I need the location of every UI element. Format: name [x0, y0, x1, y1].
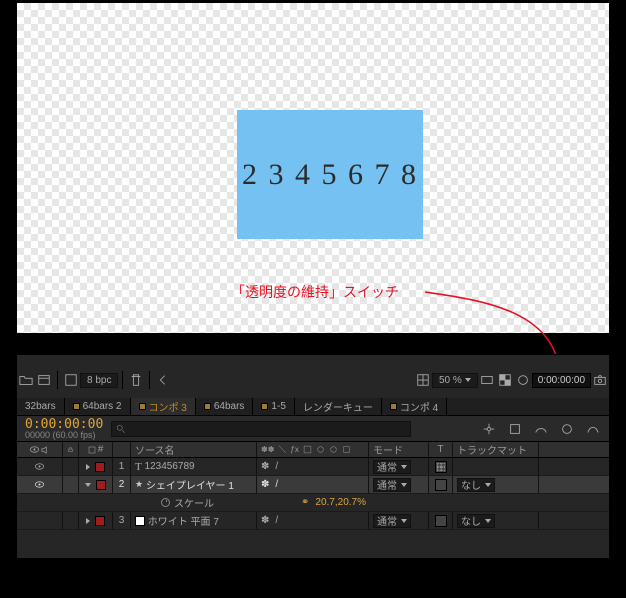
col-mode[interactable]: モード	[369, 442, 429, 457]
blend-mode-dropdown[interactable]: 通常	[373, 514, 411, 528]
comp-swatch-icon	[390, 403, 397, 410]
layer-search-input[interactable]	[111, 421, 411, 437]
zoom-dropdown[interactable]: 50 %	[432, 373, 478, 388]
new-comp-icon[interactable]	[35, 372, 53, 388]
scale-value[interactable]: 20.7,20.7%	[315, 497, 366, 508]
shape-layer-rect: 2 3 4 5 6 7 8	[237, 110, 423, 239]
shy-switch[interactable]: ✽	[261, 461, 269, 472]
graph-editor-icon[interactable]	[583, 421, 603, 437]
comp-swatch-icon	[204, 403, 211, 410]
motion-blur-icon[interactable]	[557, 421, 577, 437]
layer-index: 1	[113, 458, 131, 475]
transparency-toggle-icon[interactable]	[496, 372, 514, 388]
tab-render-queue[interactable]: レンダーキュー	[295, 398, 382, 415]
layer-name[interactable]: 123456789	[145, 461, 195, 472]
solid-layer-icon	[135, 516, 145, 526]
blend-mode-dropdown[interactable]: 通常	[373, 478, 411, 492]
label-color[interactable]	[96, 480, 106, 490]
preserve-transparency-switch[interactable]	[435, 479, 447, 491]
blend-mode-dropdown[interactable]: 通常	[373, 460, 411, 474]
tab-1-5[interactable]: 1-5	[253, 398, 294, 415]
shape-layer-icon: ★	[135, 479, 143, 490]
property-name: スケール	[174, 495, 214, 510]
search-icon	[116, 424, 126, 434]
col-source-name[interactable]: ソース名	[131, 442, 257, 457]
text-layer-icon: T	[135, 461, 142, 473]
tab-32bars[interactable]: 32bars	[17, 398, 65, 415]
draft3d-icon[interactable]	[505, 421, 525, 437]
snapshot-icon[interactable]	[591, 372, 609, 388]
composition-preview: 2 3 4 5 6 7 8 「透明度の維持」スイッチ	[17, 3, 609, 333]
tab-64bars[interactable]: 64bars	[196, 398, 254, 415]
shy-icon[interactable]	[531, 421, 551, 437]
col-track-matte[interactable]: トラックマット	[453, 442, 539, 457]
layer-index: 3	[113, 512, 131, 529]
preserve-transparency-switch[interactable]	[435, 515, 447, 527]
track-matte-dropdown[interactable]: なし	[457, 478, 495, 492]
timeline-panel: 32bars 64bars 2 コンポ 3 64bars 1-5 レンダーキュー…	[17, 398, 609, 558]
bit-depth-icon[interactable]	[62, 372, 80, 388]
twirl-icon[interactable]	[86, 464, 90, 470]
visibility-toggle[interactable]	[34, 479, 45, 490]
frame-rate-label: 00000 (60.00 fps)	[17, 431, 111, 440]
shy-switch[interactable]: ✽	[261, 515, 269, 526]
chevron-down-icon	[465, 378, 471, 382]
property-row-scale[interactable]: スケール ⚭ 20.7,20.7%	[17, 494, 609, 512]
layer-name[interactable]: ホワイト 平面 7	[148, 513, 219, 528]
comp-swatch-icon	[73, 403, 80, 410]
trash-icon[interactable]	[127, 372, 145, 388]
comp-swatch-icon	[261, 403, 268, 410]
annotation-label: 「透明度の維持」スイッチ	[231, 282, 399, 302]
tab-compo3[interactable]: コンポ 3	[131, 398, 196, 415]
constrain-proportions-icon[interactable]: ⚭	[301, 497, 309, 508]
current-time[interactable]: 0:00:00:00	[17, 418, 111, 431]
mask-icon[interactable]	[514, 372, 532, 388]
twirl-icon[interactable]	[86, 518, 90, 524]
comp-swatch-icon	[139, 403, 146, 410]
tab-compo4[interactable]: コンポ 4	[382, 398, 447, 415]
stopwatch-icon[interactable]	[161, 498, 170, 507]
folder-icon[interactable]	[17, 372, 35, 388]
comp-mini-flowchart-icon[interactable]	[479, 421, 499, 437]
lock-header-icon	[67, 445, 74, 454]
layer-index: 2	[113, 476, 131, 493]
track-matte-dropdown[interactable]: なし	[457, 514, 495, 528]
preserve-transparency-switch[interactable]	[435, 461, 447, 473]
col-switches: ✽✽＼ƒx	[257, 442, 369, 457]
res-half-icon[interactable]	[478, 372, 496, 388]
layer-name[interactable]: シェイプレイヤー 1	[146, 477, 234, 492]
visibility-toggle[interactable]	[34, 461, 45, 472]
shy-switch[interactable]: ✽	[261, 479, 269, 490]
label-color[interactable]	[95, 516, 105, 526]
layer-row[interactable]: 3 ホワイト 平面 7 ✽/ 通常 なし	[17, 512, 609, 530]
text-layer-content: 2 3 4 5 6 7 8	[242, 158, 418, 192]
tab-64bars2[interactable]: 64bars 2	[65, 398, 131, 415]
zoom-value: 50 %	[439, 375, 462, 386]
bit-depth-value[interactable]: 8 bpc	[80, 373, 118, 388]
label-color[interactable]	[95, 462, 105, 472]
col-preserve-transparency[interactable]: T	[429, 442, 453, 457]
chevron-left-icon[interactable]	[154, 372, 172, 388]
layer-column-header: # ソース名 ✽✽＼ƒx モード T トラックマット	[17, 442, 609, 458]
visibility-header-icon	[29, 444, 40, 455]
timeline-tab-bar: 32bars 64bars 2 コンポ 3 64bars 1-5 レンダーキュー…	[17, 398, 609, 416]
current-time-display[interactable]: 0:00:00:00	[532, 373, 591, 388]
label-header-icon	[88, 446, 96, 454]
timeline-header: 0:00:00:00 00000 (60.00 fps)	[17, 416, 609, 442]
layer-row[interactable]: 2 ★ シェイプレイヤー 1 ✽/ 通常 なし	[17, 476, 609, 494]
grid-icon[interactable]	[414, 372, 432, 388]
layer-row[interactable]: 1 T 123456789 ✽/ 通常	[17, 458, 609, 476]
audio-header-icon	[40, 445, 50, 455]
twirl-icon[interactable]	[85, 483, 91, 487]
footer-toolbar: 8 bpc 50 % 0:00:00:00	[17, 354, 609, 398]
